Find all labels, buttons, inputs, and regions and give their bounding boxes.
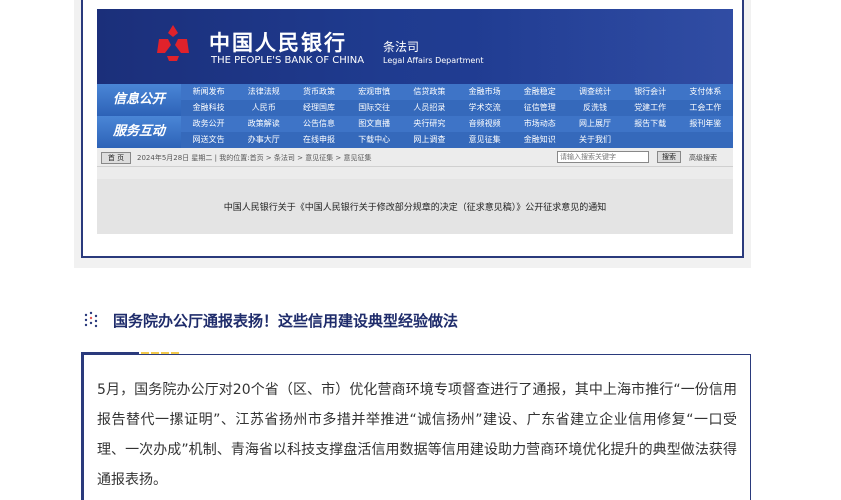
nav-item[interactable]: 网上调查 (401, 132, 457, 148)
nav-item[interactable]: 银行会计 (622, 84, 678, 100)
nav-item[interactable]: 金融稳定 (512, 84, 568, 100)
nav-item[interactable]: 人民币 (236, 100, 292, 116)
nav-item[interactable]: 政策解读 (236, 116, 292, 132)
notice-title[interactable]: 中国人民银行关于《中国人民银行关于修改部分规章的决定（征求意见稿）》公开征求意见… (97, 200, 733, 213)
breadcrumb: 2024年5月28日 星期二 | 我的位置:首页 > 条法司 > 意见征集 > … (137, 154, 372, 162)
pboc-website-screenshot: 中国人民银行 THE PEOPLE'S BANK OF CHINA 条法司 Le… (97, 9, 733, 234)
nav-item[interactable]: 工会工作 (677, 100, 733, 116)
dept-name-en: Legal Affairs Department (383, 56, 484, 65)
nav-item[interactable]: 宏观审慎 (346, 84, 402, 100)
search-button[interactable]: 搜索 (657, 151, 681, 163)
article-paragraph: 5月，国务院办公厅对20个省（区、市）优化营商环境专项督查进行了通报，其中上海市… (97, 382, 737, 488)
nav-item[interactable]: 办事大厅 (236, 132, 292, 148)
nav-side-label-service: 服务互动 (97, 116, 181, 148)
nav-item[interactable]: 报刊年鉴 (677, 116, 733, 132)
nav-item[interactable]: 人员招录 (401, 100, 457, 116)
dots-grid-icon (84, 311, 98, 328)
nav-item[interactable]: 关于我们 (567, 132, 623, 148)
nav-item[interactable]: 政务公开 (181, 116, 237, 132)
nav-item[interactable]: 图文直播 (346, 116, 402, 132)
search-input[interactable]: 请输入搜索关键字 (557, 151, 649, 163)
nav-item[interactable]: 网上展厅 (567, 116, 623, 132)
dept-name-cn: 条法司 (383, 40, 420, 54)
nav-side-label-info: 信息公开 (97, 84, 181, 116)
pboc-name-en: THE PEOPLE'S BANK OF CHINA (211, 55, 365, 66)
article-page: 中国人民银行 THE PEOPLE'S BANK OF CHINA 条法司 Le… (0, 0, 841, 500)
nav-item[interactable]: 市场动态 (512, 116, 568, 132)
nav-blank-cell (677, 132, 733, 148)
nav-item[interactable]: 国际交往 (346, 100, 402, 116)
pboc-subbar: 首 页 2024年5月28日 星期二 | 我的位置:首页 > 条法司 > 意见征… (97, 148, 733, 167)
nav-item[interactable]: 反洗钱 (567, 100, 623, 116)
nav-item[interactable]: 网送文告 (181, 132, 237, 148)
nav-item[interactable]: 意见征集 (457, 132, 513, 148)
screenshot-frame: 中国人民银行 THE PEOPLE'S BANK OF CHINA 条法司 Le… (81, 0, 744, 258)
nav-item[interactable]: 在线申报 (291, 132, 347, 148)
nav-item[interactable]: 调查统计 (567, 84, 623, 100)
nav-item[interactable]: 学术交流 (457, 100, 513, 116)
pboc-name-cn: 中国人民银行 (209, 30, 347, 55)
nav-blank-cell (622, 132, 678, 148)
nav-item[interactable]: 金融知识 (512, 132, 568, 148)
nav-item[interactable]: 公告信息 (291, 116, 347, 132)
nav-item[interactable]: 下载中心 (346, 132, 402, 148)
notice-area: 中国人民银行关于《中国人民银行关于修改部分规章的决定（征求意见稿）》公开征求意见… (97, 179, 733, 234)
nav-item[interactable]: 音频视频 (457, 116, 513, 132)
nav-item[interactable]: 央行研究 (401, 116, 457, 132)
nav-item[interactable]: 货币政策 (291, 84, 347, 100)
section-title: 国务院办公厅通报表扬！这些信用建设典型经验做法 (113, 312, 459, 330)
nav-item[interactable]: 金融市场 (457, 84, 513, 100)
screenshot-card: 中国人民银行 THE PEOPLE'S BANK OF CHINA 条法司 Le… (74, 0, 751, 268)
nav-grid: 新闻发布 法律法规 货币政策 宏观审慎 信贷政策 金融市场 金融稳定 调查统计 银行会计 支付体系… (181, 84, 733, 148)
home-button[interactable]: 首 页 (101, 152, 131, 164)
advanced-search-link[interactable]: 高级搜索 (689, 153, 717, 163)
nav-item[interactable]: 新闻发布 (181, 84, 237, 100)
nav-item[interactable]: 报告下载 (622, 116, 678, 132)
nav-item[interactable]: 征信管理 (512, 100, 568, 116)
pboc-nav: 信息公开 服务互动 新闻发布 法律法规 货币政策 宏观审慎 信贷政策 金融市场 金融稳定 调查… (97, 84, 733, 148)
pboc-banner: 中国人民银行 THE PEOPLE'S BANK OF CHINA 条法司 Le… (97, 9, 733, 84)
nav-item[interactable]: 经理国库 (291, 100, 347, 116)
nav-item[interactable]: 法律法规 (236, 84, 292, 100)
nav-item[interactable]: 支付体系 (677, 84, 733, 100)
nav-item[interactable]: 党建工作 (622, 100, 678, 116)
nav-item[interactable]: 金融科技 (181, 100, 237, 116)
nav-item[interactable]: 信贷政策 (401, 84, 457, 100)
pboc-logo-icon (157, 25, 189, 61)
